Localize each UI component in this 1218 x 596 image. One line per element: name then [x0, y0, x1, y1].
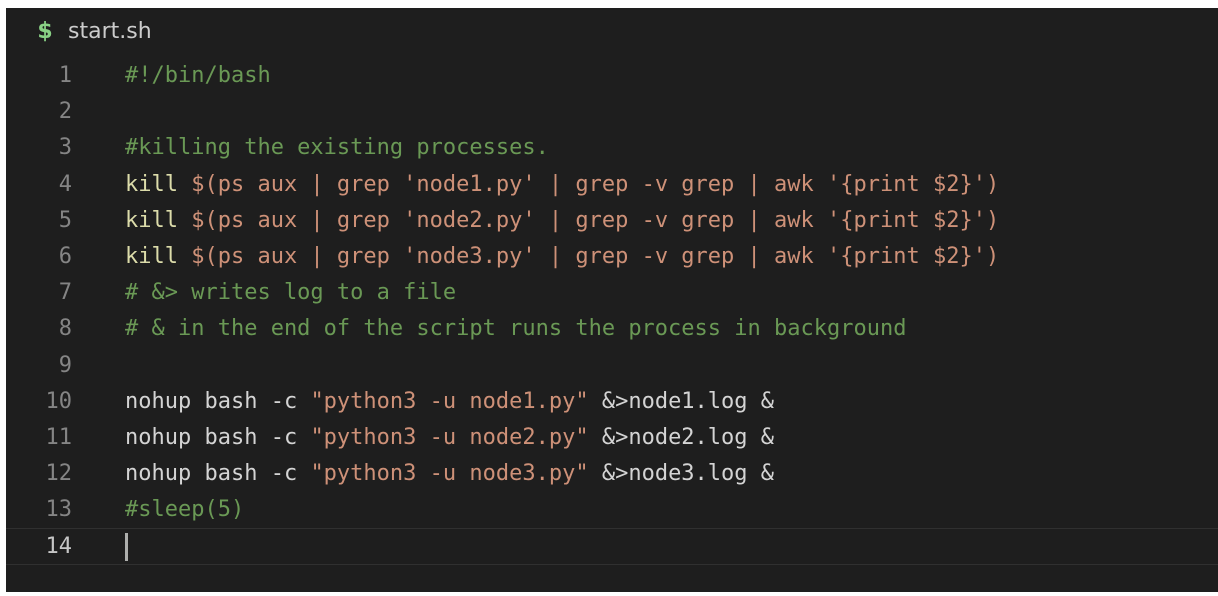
code-token: | grep -v grep | awk [535, 171, 828, 197]
code-token: $(ps aux | grep [177, 207, 404, 233]
code-token: $(ps aux | grep [177, 171, 404, 197]
code-token: #killing the existing processes. [125, 135, 549, 161]
line-content[interactable]: # & in the end of the script runs the pr… [125, 311, 906, 347]
line-number: 1 [58, 63, 72, 88]
code-token: &>node1.log & [588, 388, 775, 414]
code-token: nohup bash -c [125, 424, 311, 450]
code-token: kill [125, 243, 178, 269]
line-number: 6 [58, 243, 72, 269]
code-token: # & in the end of the script runs the pr… [125, 316, 907, 342]
code-token: #sleep(5) [125, 497, 245, 523]
line-content[interactable]: #!/bin/bash [125, 58, 271, 94]
line-number: 4 [58, 171, 72, 197]
code-token: kill [125, 207, 178, 233]
line-number: 8 [58, 316, 72, 342]
line-content[interactable]: #killing the existing processes. [125, 130, 549, 166]
code-token: ) [985, 171, 1000, 197]
line-content[interactable]: nohup bash -c "python3 -u node3.py" &>no… [125, 456, 774, 492]
code-line[interactable]: 10 nohup bash -c "python3 -u node1.py" &>… [6, 384, 1218, 420]
code-editor[interactable]: $ start.sh 1 #!/bin/bash 2 3 #killing the ex… [6, 8, 1218, 592]
code-token: $(ps aux | grep [177, 243, 404, 269]
code-line[interactable]: 9 [6, 348, 1218, 384]
line-content[interactable]: kill $(ps aux | grep 'node2.py' | grep -… [125, 203, 999, 239]
code-line[interactable]: 6 kill $(ps aux | grep 'node3.py' | grep … [6, 239, 1218, 275]
code-token: &>node2.log & [588, 424, 775, 450]
code-token: | grep -v grep | awk [535, 243, 828, 269]
code-token: # &> writes log to a file [125, 280, 457, 306]
line-number: 13 [45, 497, 73, 523]
line-number: 9 [58, 352, 72, 378]
line-content[interactable]: nohup bash -c "python3 -u node2.py" &>no… [125, 420, 774, 456]
line-number: 5 [58, 207, 72, 233]
line-content[interactable]: kill $(ps aux | grep 'node1.py' | grep -… [125, 167, 999, 203]
line-number: 7 [58, 280, 72, 306]
code-line[interactable]: 7 # &> writes log to a file [6, 275, 1218, 311]
code-token: "python3 -u node1.py" [310, 388, 589, 414]
code-token: ) [985, 243, 1000, 269]
line-number: 3 [58, 135, 72, 161]
code-line[interactable]: 4 kill $(ps aux | grep 'node1.py' | grep … [6, 167, 1218, 203]
code-token: #!/bin/bash [125, 63, 271, 88]
code-line[interactable]: 5 kill $(ps aux | grep 'node2.py' | grep … [6, 203, 1218, 239]
code-line[interactable]: 14 [6, 528, 1218, 565]
line-content[interactable]: #sleep(5) [125, 492, 244, 528]
code-token: nohup bash -c [125, 388, 311, 414]
tab-title: start.sh [68, 18, 152, 44]
code-token: &>node3.log & [588, 461, 775, 487]
code-token: '{print $2}' [827, 171, 986, 197]
code-token: | grep -v grep | awk [535, 207, 828, 233]
line-number: 10 [45, 388, 73, 414]
code-token: nohup bash -c [125, 461, 311, 487]
editor-tab[interactable]: $ start.sh [6, 8, 152, 54]
line-number: 14 [45, 534, 73, 560]
line-content[interactable]: nohup bash -c "python3 -u node1.py" &>no… [125, 384, 774, 420]
code-line[interactable]: 3 #killing the existing processes. [6, 130, 1218, 166]
code-line[interactable]: 1 #!/bin/bash [6, 58, 1218, 94]
code-token: kill [125, 171, 178, 197]
code-token: "python3 -u node2.py" [310, 424, 589, 450]
line-content[interactable]: kill $(ps aux | grep 'node3.py' | grep -… [125, 239, 999, 275]
code-token: '{print $2}' [827, 243, 986, 269]
line-number: 11 [45, 424, 73, 450]
code-line[interactable]: 12 nohup bash -c "python3 -u node3.py" &>… [6, 456, 1218, 492]
code-token: "python3 -u node3.py" [310, 461, 589, 487]
code-token: '{print $2}' [827, 207, 986, 233]
code-token: 'node2.py' [403, 207, 536, 233]
code-lines[interactable]: 1 #!/bin/bash 2 3 #killing the existing proc… [6, 58, 1218, 565]
code-token: 'node1.py' [403, 171, 536, 197]
code-line[interactable]: 13 #sleep(5) [6, 492, 1218, 528]
code-line[interactable]: 11 nohup bash -c "python3 -u node2.py" &>… [6, 420, 1218, 456]
text-cursor [125, 533, 128, 562]
code-line[interactable]: 2 [6, 94, 1218, 130]
line-content[interactable]: # &> writes log to a file [125, 275, 456, 311]
code-line[interactable]: 8 # & in the end of the script runs the p… [6, 311, 1218, 347]
code-token: ) [985, 207, 1000, 233]
line-number: 2 [58, 99, 72, 125]
code-token: 'node3.py' [403, 243, 536, 269]
shell-script-icon: $ [37, 18, 53, 44]
line-number: 12 [45, 461, 73, 487]
